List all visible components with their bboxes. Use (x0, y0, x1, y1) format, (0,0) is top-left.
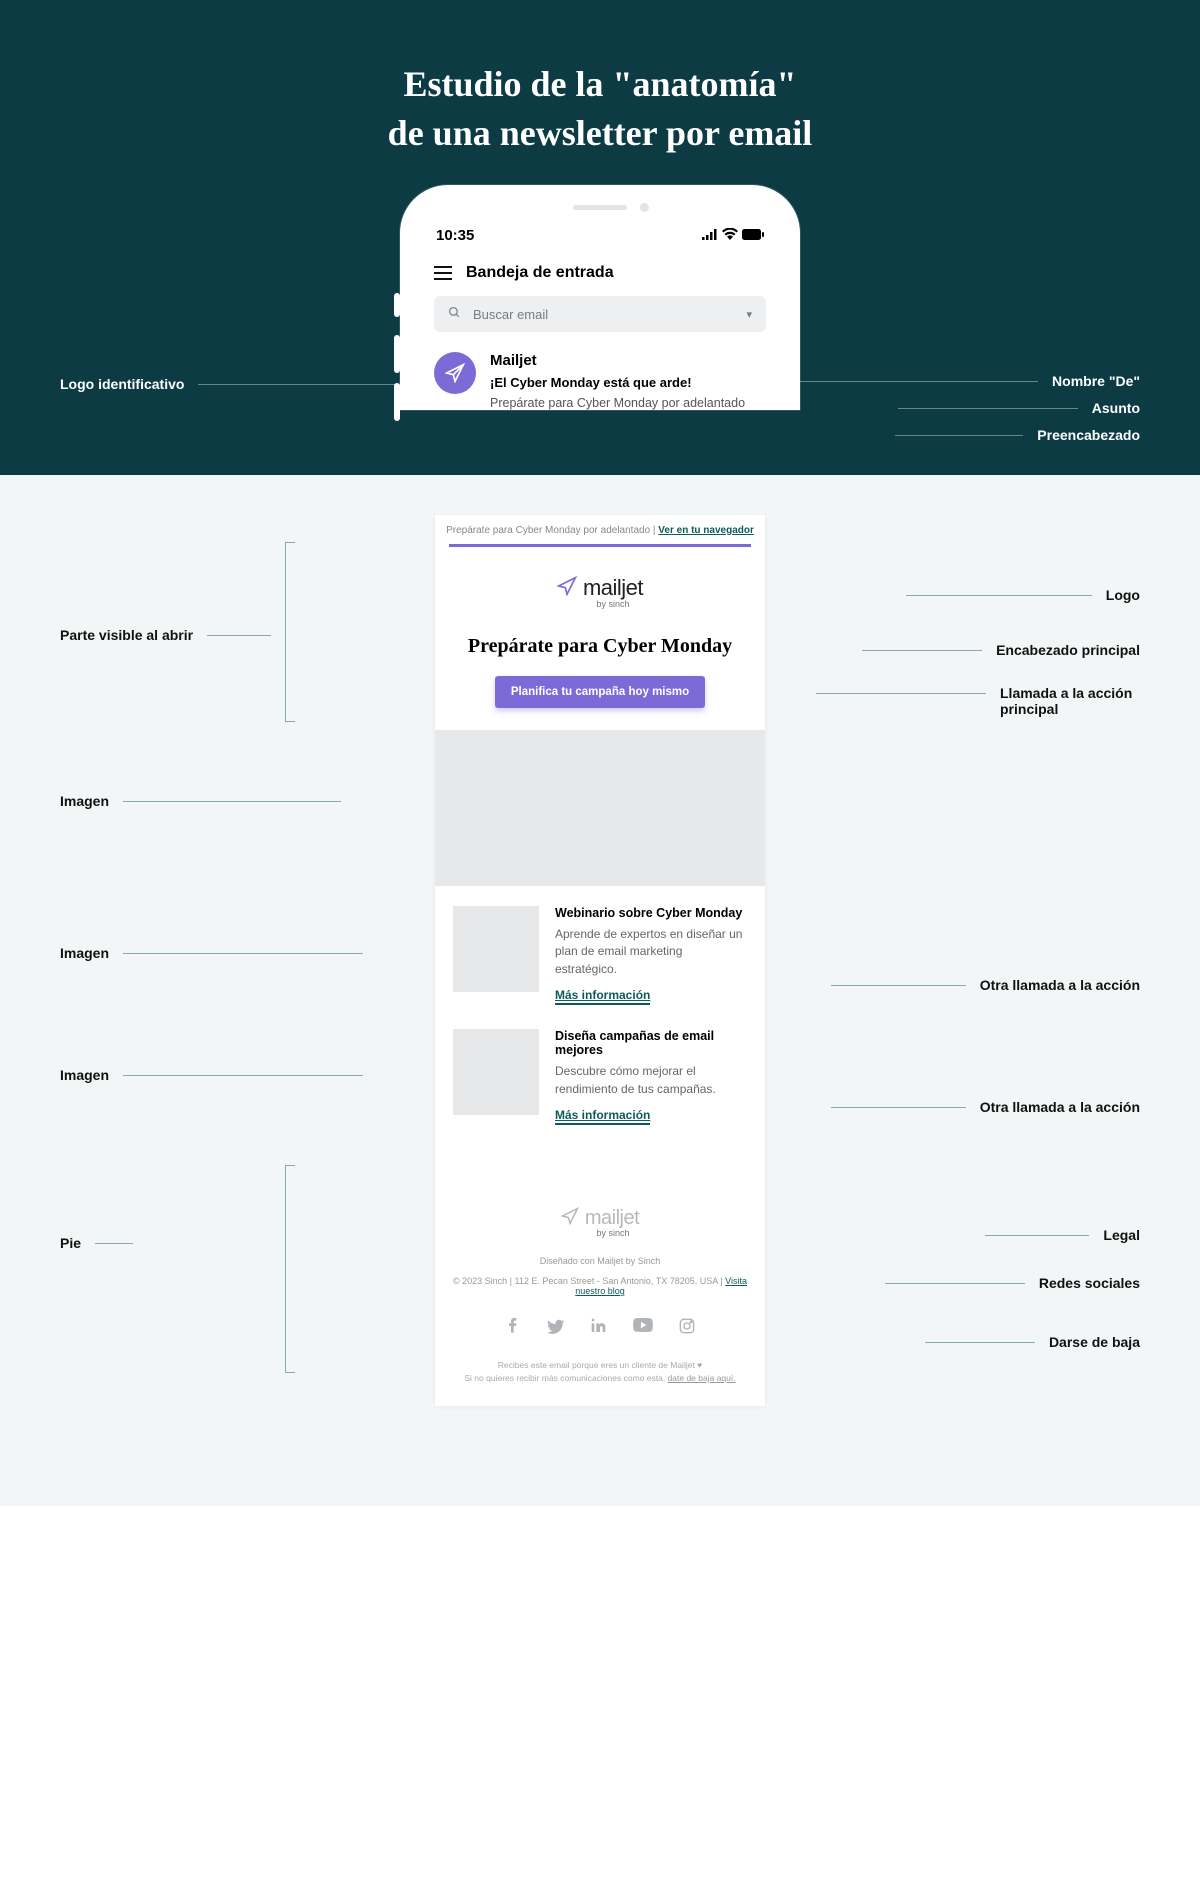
brand-name: mailjet (583, 575, 643, 601)
status-bar: 10:35 (414, 221, 786, 254)
footer-designed: Diseñado con Mailjet by Sinch (449, 1256, 751, 1266)
chevron-down-icon: ▾ (746, 308, 752, 321)
search-input[interactable]: Buscar email ▾ (434, 296, 766, 332)
row2-body: Descubre cómo mejorar el rendimiento de … (555, 1063, 747, 1098)
paper-plane-icon (445, 363, 465, 383)
facebook-icon[interactable] (505, 1318, 521, 1341)
footer-tiny: Recibes este email porque eres un client… (449, 1359, 751, 1385)
preheader-line: Prepárate para Cyber Monday por adelanta… (435, 515, 765, 544)
inbox-header: Bandeja de entrada (414, 254, 786, 296)
email-subject: ¡El Cyber Monday está que arde! (490, 375, 745, 390)
email-headline: Prepárate para Cyber Monday (435, 617, 765, 676)
sender-name: Mailjet (490, 352, 745, 369)
clock: 10:35 (436, 227, 474, 244)
footer-bracket (285, 1165, 295, 1373)
phone-mockup: 10:35 Bandeja de entrada (400, 185, 800, 410)
signal-icon (702, 227, 718, 244)
social-icons (449, 1318, 751, 1341)
linkedin-icon[interactable] (591, 1318, 607, 1341)
thumb-image-2 (453, 1029, 539, 1115)
status-icons (702, 227, 764, 244)
row1-title: Webinario sobre Cyber Monday (555, 906, 747, 920)
callout-logo-id: Logo identificativo (60, 376, 412, 392)
inbox-title: Bandeja de entrada (466, 264, 614, 282)
email-preview[interactable]: Mailjet ¡El Cyber Monday está que arde! … (414, 332, 786, 410)
email-logo: mailjet by sinch (435, 547, 765, 617)
email-card: Prepárate para Cyber Monday por adelanta… (435, 515, 765, 1406)
content-row-2: Diseña campañas de email mejores Descubr… (435, 1009, 765, 1149)
callout-from: Nombre "De" (746, 373, 1140, 389)
email-preheader: Prepárate para Cyber Monday por adelanta… (490, 396, 745, 410)
unsubscribe-link[interactable]: date de baja aquí. (668, 1373, 736, 1383)
search-placeholder: Buscar email (473, 307, 548, 322)
content-row-1: Webinario sobre Cyber Monday Aprende de … (435, 886, 765, 1009)
hero-image-placeholder (435, 730, 765, 886)
paper-plane-icon (557, 576, 577, 601)
email-body-section: Parte visible al abrir Logo Encabezado p… (0, 475, 1200, 1506)
hero-section: Estudio de la "anatomía" de una newslett… (0, 0, 1200, 475)
paper-plane-icon (561, 1207, 579, 1230)
email-footer: mailjet by sinch Diseñado con Mailjet by… (435, 1149, 765, 1407)
callout-cta-main: Llamada a la acción principal (816, 685, 1140, 717)
row1-body: Aprende de expertos en diseñar un plan d… (555, 926, 747, 978)
primary-cta-button[interactable]: Planifica tu campaña hoy mismo (495, 676, 705, 708)
footer-logo: mailjet by sinch (449, 1179, 751, 1246)
fold-bracket (285, 542, 295, 722)
row2-link[interactable]: Más información (555, 1108, 650, 1125)
callout-legal: Legal (985, 1227, 1140, 1243)
search-icon (448, 306, 461, 322)
page-title: Estudio de la "anatomía" de una newslett… (0, 60, 1200, 157)
callout-logo: Logo (906, 587, 1140, 603)
callout-h1: Encabezado principal (862, 642, 1140, 658)
callout-image-3: Imagen (60, 1067, 363, 1083)
callout-other-cta-1: Otra llamada a la acción (831, 977, 1140, 993)
instagram-icon[interactable] (679, 1318, 695, 1341)
sender-avatar (434, 352, 476, 394)
footer-legal: © 2023 Sinch | 112 E. Pecan Street - San… (449, 1276, 751, 1296)
callout-preheader: Preencabezado (895, 427, 1140, 443)
row1-link[interactable]: Más información (555, 988, 650, 1005)
menu-icon[interactable] (434, 266, 452, 280)
callout-image-1: Imagen (60, 793, 341, 809)
callout-unsubscribe: Darse de baja (925, 1334, 1140, 1350)
callout-subject: Asunto (898, 400, 1140, 416)
wifi-icon (722, 227, 738, 244)
callout-image-2: Imagen (60, 945, 363, 961)
battery-icon (742, 227, 764, 244)
youtube-icon[interactable] (633, 1318, 653, 1341)
callout-fold: Parte visible al abrir (60, 627, 271, 643)
callout-footer: Pie (60, 1235, 133, 1251)
callout-other-cta-2: Otra llamada a la acción (831, 1099, 1140, 1115)
callout-social: Redes sociales (885, 1275, 1140, 1291)
brand-byline: by sinch (461, 599, 765, 609)
twitter-icon[interactable] (547, 1318, 565, 1341)
view-in-browser-link[interactable]: Ver en tu navegador (658, 525, 754, 536)
row2-title: Diseña campañas de email mejores (555, 1029, 747, 1057)
thumb-image-1 (453, 906, 539, 992)
